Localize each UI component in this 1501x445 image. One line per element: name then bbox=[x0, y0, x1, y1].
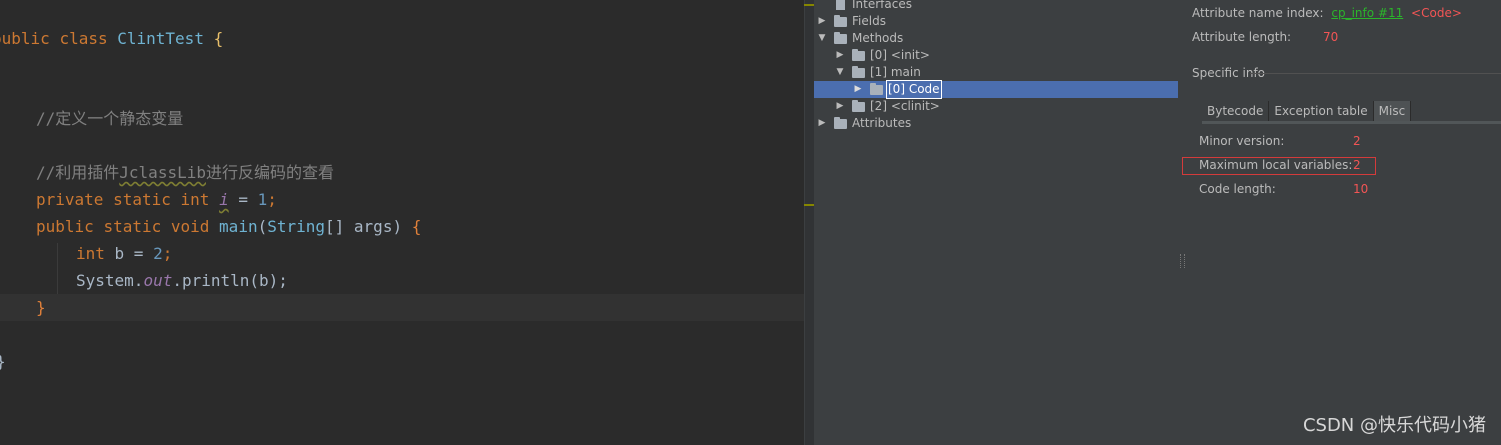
field-label: Attribute name index: bbox=[1192, 6, 1324, 20]
number: 1 bbox=[257, 190, 268, 209]
tab-underline bbox=[1202, 121, 1501, 124]
code-line-local-var[interactable]: int b = 2; bbox=[0, 240, 804, 267]
method-call: .println(b); bbox=[172, 271, 288, 290]
expand-arrow-icon[interactable]: ▶ bbox=[817, 115, 827, 132]
tab-exception-table[interactable]: Exception table bbox=[1269, 101, 1374, 121]
code-line-close-main[interactable]: } bbox=[0, 294, 804, 321]
attribute-length-value: 70 bbox=[1323, 30, 1339, 44]
code-line-comment-1[interactable]: //定义一个静态变量 bbox=[0, 105, 804, 132]
cp-info-link[interactable]: cp_info #11 bbox=[1331, 6, 1403, 20]
class-name: ClintTest bbox=[117, 29, 204, 48]
collapse-arrow-icon[interactable]: ▼ bbox=[835, 64, 845, 81]
code-line-println[interactable]: System.out.println(b); bbox=[0, 267, 804, 294]
code-line-close-class[interactable]: } bbox=[0, 348, 804, 375]
tree-item-label: [2] <clinit> bbox=[870, 99, 940, 113]
class-ref: System. bbox=[76, 271, 144, 290]
keyword: int bbox=[180, 190, 210, 209]
folder-icon bbox=[834, 117, 847, 129]
semicolon: ; bbox=[267, 190, 277, 209]
comment-typo: JclassLib bbox=[119, 163, 206, 182]
folder-icon bbox=[834, 32, 847, 44]
tree-item-label: [0] Code bbox=[886, 80, 942, 99]
info-tabs: Bytecode Exception table Misc bbox=[1202, 101, 1412, 121]
tree-item-attributes[interactable]: ▶ Attributes bbox=[814, 115, 1178, 132]
attribute-name-row: Attribute name index: cp_info #11 <Code> bbox=[1192, 5, 1462, 21]
comment: //定义一个静态变量 bbox=[36, 109, 184, 128]
field-value: <Code> bbox=[1411, 6, 1462, 20]
code-line-static-field[interactable]: private static int i = 1; bbox=[0, 186, 804, 213]
method-name: main bbox=[219, 217, 258, 236]
keyword: class bbox=[59, 29, 108, 48]
folder-icon bbox=[852, 66, 865, 78]
keyword: public bbox=[36, 217, 94, 236]
keyword: private bbox=[36, 190, 104, 209]
tree-item-label: Interfaces bbox=[852, 0, 912, 11]
watermark: CSDN @快乐代码小猪 bbox=[1302, 415, 1486, 436]
expand-arrow-icon[interactable]: ▶ bbox=[835, 47, 845, 64]
tree-item-label: Methods bbox=[852, 31, 904, 45]
keyword: static bbox=[113, 190, 171, 209]
tab-bytecode[interactable]: Bytecode bbox=[1202, 101, 1270, 121]
warning-marker[interactable] bbox=[804, 4, 814, 6]
tree-item-label: [0] <init> bbox=[870, 48, 930, 62]
tab-misc[interactable]: Misc bbox=[1373, 101, 1412, 121]
minor-version-label: Minor version: bbox=[1199, 134, 1285, 148]
details-panel: Attribute name index: cp_info #11 <Code>… bbox=[1178, 0, 1501, 445]
type-name: String bbox=[267, 217, 326, 236]
splitter-grip[interactable] bbox=[1180, 254, 1185, 268]
file-icon bbox=[836, 0, 845, 10]
comment: 进行反编码的查看 bbox=[205, 163, 334, 182]
brace: { bbox=[213, 29, 224, 48]
tree-item-clinit[interactable]: ▶ [2] <clinit> bbox=[814, 98, 1178, 115]
collapse-arrow-icon[interactable]: ▼ bbox=[817, 30, 827, 47]
brace: } bbox=[36, 298, 46, 317]
expand-arrow-icon[interactable]: ▶ bbox=[835, 98, 845, 115]
code-line-main-decl[interactable]: public static void main(String[] args) { bbox=[0, 213, 804, 240]
tree-item-methods[interactable]: ▼ Methods bbox=[814, 30, 1178, 47]
keyword: public bbox=[0, 29, 50, 48]
tree-item-label: Fields bbox=[852, 14, 886, 28]
operator: = bbox=[228, 190, 258, 209]
tree-item-code[interactable]: ▶ [0] Code bbox=[814, 80, 1178, 99]
field-label: Attribute length: bbox=[1192, 30, 1292, 44]
tree-item-fields[interactable]: ▶ Fields bbox=[814, 13, 1178, 30]
folder-icon bbox=[852, 49, 865, 61]
code-length-value: 10 bbox=[1353, 182, 1369, 196]
number: 2 bbox=[153, 244, 163, 263]
keyword: void bbox=[170, 217, 210, 236]
brace: { bbox=[411, 217, 422, 236]
keyword: static bbox=[103, 217, 162, 236]
expression: b = bbox=[104, 244, 154, 263]
section-divider bbox=[1250, 73, 1501, 74]
tree-item-main[interactable]: ▼ [1] main bbox=[814, 64, 1178, 81]
folder-icon bbox=[870, 83, 883, 95]
warning-marker[interactable] bbox=[804, 204, 814, 206]
folder-icon bbox=[852, 100, 865, 112]
code-line-class-decl[interactable]: public class ClintTest { bbox=[0, 25, 804, 52]
code-length-label: Code length: bbox=[1199, 182, 1276, 196]
tree-item-interfaces[interactable]: Interfaces bbox=[814, 0, 1178, 13]
semicolon: ; bbox=[162, 244, 173, 263]
folder-icon bbox=[834, 15, 847, 27]
code-editor[interactable]: public class ClintTest { //定义一个静态变量 //利用… bbox=[0, 0, 804, 445]
expand-arrow-icon[interactable]: ▶ bbox=[817, 13, 827, 30]
params: [] args) bbox=[325, 217, 403, 236]
expand-arrow-icon[interactable]: ▶ bbox=[853, 81, 863, 98]
tree-item-label: [1] main bbox=[870, 65, 921, 79]
paren: ( bbox=[257, 217, 268, 236]
static-field-ref: out bbox=[143, 271, 173, 290]
keyword: int bbox=[76, 244, 105, 263]
max-locals-value: 2 bbox=[1353, 158, 1361, 172]
brace: } bbox=[0, 352, 6, 371]
comment: //利用插件 bbox=[36, 163, 120, 182]
attribute-length-row: Attribute length: bbox=[1192, 29, 1291, 45]
max-locals-label: Maximum local variables: bbox=[1199, 158, 1353, 172]
minor-version-value: 2 bbox=[1353, 134, 1361, 148]
tree-item-label: Attributes bbox=[852, 116, 912, 130]
code-line-comment-2[interactable]: //利用插件JclassLib进行反编码的查看 bbox=[0, 159, 804, 186]
field-name: i bbox=[219, 190, 229, 209]
class-structure-tree[interactable]: Interfaces ▶ Fields ▼ Methods ▶ [0] <ini… bbox=[814, 0, 1178, 445]
tree-item-init[interactable]: ▶ [0] <init> bbox=[814, 47, 1178, 64]
